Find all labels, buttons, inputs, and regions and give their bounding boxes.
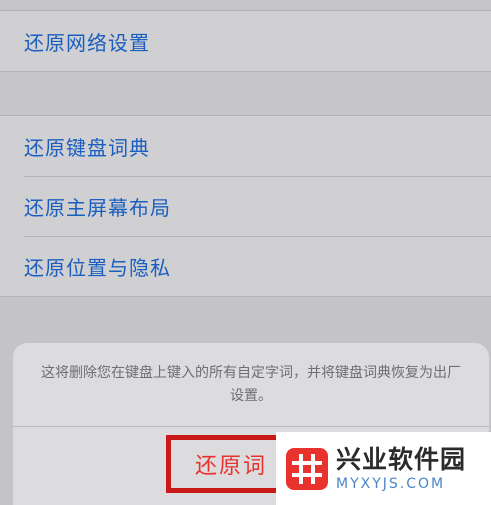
watermark-name: 兴业软件园 xyxy=(336,444,467,474)
group-spacer xyxy=(0,72,491,115)
reset-home-screen-layout-item[interactable]: 还原主屏幕布局 xyxy=(0,176,491,236)
reset-keyboard-dictionary-item[interactable]: 还原键盘词典 xyxy=(0,116,491,176)
network-group: 还原网络设置 xyxy=(0,11,491,71)
reset-group-bottom-divider xyxy=(0,296,491,297)
top-spacer xyxy=(0,0,491,10)
reset-options-group: 还原键盘词典 还原主屏幕布局 还原位置与隐私 xyxy=(0,116,491,296)
watermark-domain: MYXYJS.COM xyxy=(336,475,446,492)
hash-logo-icon xyxy=(286,447,328,490)
reset-location-privacy-item[interactable]: 还原位置与隐私 xyxy=(0,236,491,296)
reset-location-privacy-label: 还原位置与隐私 xyxy=(24,255,171,280)
reset-home-screen-layout-label: 还原主屏幕布局 xyxy=(24,195,171,220)
settings-screen: 还原网络设置 还原键盘词典 还原主屏幕布局 还原位置与隐私 这将删除您在键盘上键… xyxy=(0,0,491,505)
site-watermark: 兴业软件园 MYXYJS.COM xyxy=(276,432,491,505)
reset-network-settings-label: 还原网络设置 xyxy=(24,30,150,55)
action-sheet-message: 这将删除您在键盘上键入的所有自定字词，并将键盘词典恢复为出厂设置。 xyxy=(41,364,461,404)
reset-keyboard-dictionary-label: 还原键盘词典 xyxy=(24,135,150,160)
reset-network-settings-item[interactable]: 还原网络设置 xyxy=(0,11,491,71)
